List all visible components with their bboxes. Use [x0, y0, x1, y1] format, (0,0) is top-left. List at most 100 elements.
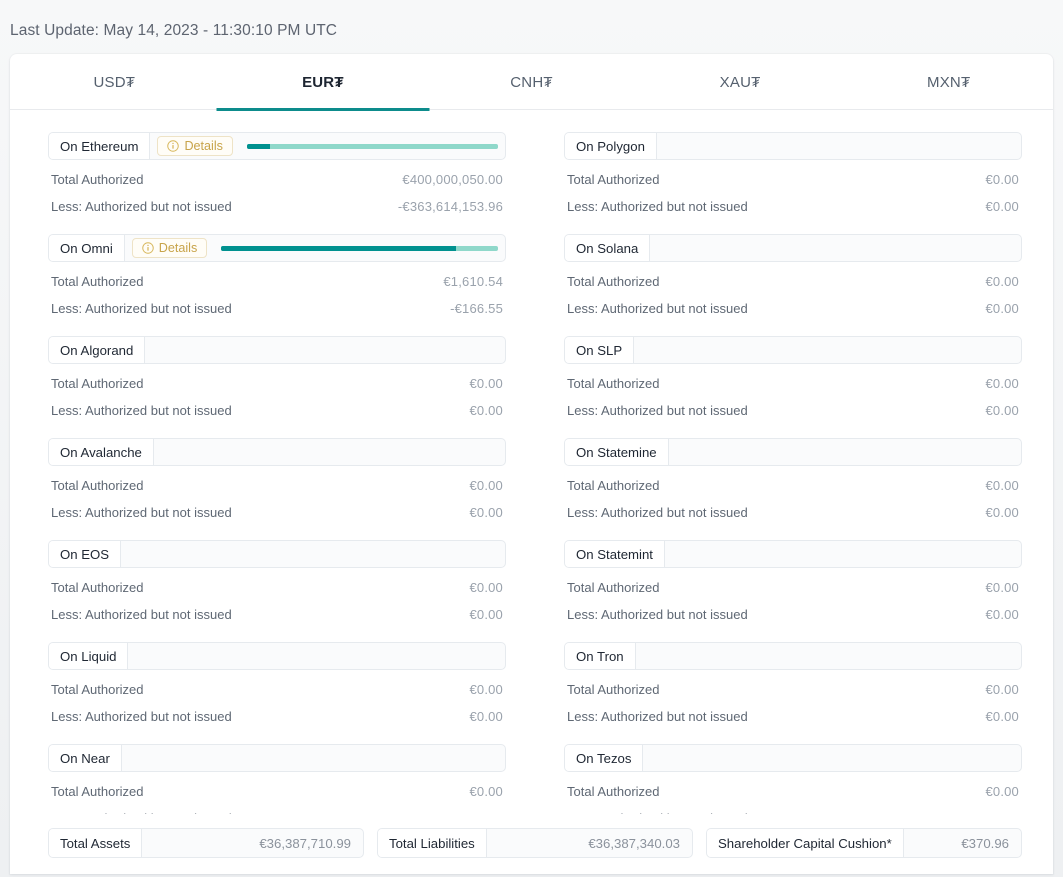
chain-card: On Omni Details Total Authorized €1,610.54 L… [48, 234, 506, 316]
chain-card: On Statemint Total Authorized €0.00 Less: A… [564, 540, 1022, 622]
metric-value: €0.00 [985, 478, 1019, 493]
metric-label: Total Authorized [567, 784, 660, 799]
tab-usd[interactable]: USD₮ [10, 54, 219, 110]
chain-header: On EOS [48, 540, 506, 568]
chain-metric-row: Total Authorized €0.00 [564, 364, 1022, 391]
chain-name-label: On Statemine [565, 439, 669, 465]
issuance-progress-wrap [207, 235, 505, 261]
chain-header-spacer [636, 643, 1021, 669]
metric-value: €0.00 [469, 478, 503, 493]
metric-label: Less: Authorized but not issued [567, 403, 748, 418]
metric-value: €0.00 [985, 607, 1019, 622]
chain-metric-row: Total Authorized €0.00 [48, 568, 506, 595]
chain-metric-row: Total Authorized €0.00 [564, 466, 1022, 493]
metric-value: €0.00 [985, 199, 1019, 214]
chain-metric-row: Total Authorized €0.00 [564, 262, 1022, 289]
chain-metric-row: Total Authorized €0.00 [564, 568, 1022, 595]
chain-name-label: On Near [49, 745, 122, 771]
chain-header: On Tezos [564, 744, 1022, 772]
chain-header-spacer [122, 745, 505, 771]
chain-metric-row: Total Authorized €0.00 [48, 466, 506, 493]
metric-label: Total Authorized [51, 682, 144, 697]
metric-value: -€166.55 [450, 301, 503, 316]
metric-label: Total Authorized [51, 478, 144, 493]
chain-metric-row: Total Authorized €0.00 [564, 160, 1022, 187]
chain-card: On Liquid Total Authorized €0.00 Less: Auth… [48, 642, 506, 724]
chain-card: On Avalanche Total Authorized €0.00 Less: A… [48, 438, 506, 520]
chain-metric-row: Total Authorized €0.00 [48, 670, 506, 697]
metric-label: Less: Authorized but not issued [51, 607, 232, 622]
issuance-progress-fill [246, 143, 270, 149]
chain-header: On Statemine [564, 438, 1022, 466]
chain-metric-row: Total Authorized €0.00 [564, 772, 1022, 799]
metric-label: Total Authorized [51, 172, 144, 187]
total-value: €36,387,340.03 [588, 835, 680, 851]
metric-label: Less: Authorized but not issued [51, 199, 232, 214]
total-box: Shareholder Capital Cushion* €370.96 [706, 828, 1022, 858]
chain-header-spacer [669, 439, 1021, 465]
info-circle-icon [142, 242, 154, 254]
chain-card: On EOS Total Authorized €0.00 Less: Authori… [48, 540, 506, 622]
chain-name-label: On Tron [565, 643, 636, 669]
tab-mxn[interactable]: MXN₮ [844, 54, 1053, 110]
chain-metric-row: Less: Authorized but not issued €0.00 [48, 697, 506, 724]
chain-metric-row: Less: Authorized but not issued -€363,614… [48, 187, 506, 214]
tab-cnh[interactable]: CNH₮ [427, 54, 636, 110]
metric-value: €0.00 [469, 682, 503, 697]
chain-name-label: On Statemint [565, 541, 665, 567]
chain-metric-row: Less: Authorized but not issued €0.00 [564, 493, 1022, 520]
metric-value: €400,000,050.00 [402, 172, 503, 187]
chain-header: On Statemint [564, 540, 1022, 568]
metric-value: €0.00 [985, 376, 1019, 391]
total-label: Total Liabilities [378, 829, 487, 857]
total-box: Total Liabilities €36,387,340.03 [377, 828, 693, 858]
chain-metric-row: Total Authorized €0.00 [564, 670, 1022, 697]
total-label: Shareholder Capital Cushion* [707, 829, 904, 857]
metric-label: Total Authorized [567, 274, 660, 289]
chain-metric-row: Total Authorized €0.00 [48, 772, 506, 799]
metric-label: Total Authorized [51, 274, 144, 289]
metric-label: Total Authorized [51, 376, 144, 391]
chain-header: On Tron [564, 642, 1022, 670]
chain-card: On Ethereum Details Total Authorized €400,0… [48, 132, 506, 214]
details-button[interactable]: Details [131, 238, 208, 258]
chains-grid: On Ethereum Details Total Authorized €400,0… [10, 110, 1053, 846]
totals-row: Total Assets €36,387,710.99 Total Liabilit… [10, 814, 1053, 874]
chain-name-label: On Ethereum [49, 133, 151, 159]
chain-name-label: On Tezos [565, 745, 644, 771]
metric-label: Less: Authorized but not issued [51, 301, 232, 316]
chain-metric-row: Total Authorized €1,610.54 [48, 262, 506, 289]
chain-metric-row: Less: Authorized but not issued €0.00 [564, 289, 1022, 316]
chain-header-spacer [154, 439, 505, 465]
chain-metric-row: Less: Authorized but not issued €0.00 [48, 595, 506, 622]
chain-header-spacer [145, 337, 505, 363]
chain-card: On SLP Total Authorized €0.00 Less: Authori… [564, 336, 1022, 418]
chain-header: On Omni Details [48, 234, 506, 262]
left-column: On Ethereum Details Total Authorized €400,0… [48, 132, 506, 846]
tab-eur[interactable]: EUR₮ [219, 54, 428, 110]
details-button[interactable]: Details [157, 136, 233, 156]
metric-value: €0.00 [469, 580, 503, 595]
chain-metric-row: Less: Authorized but not issued €0.00 [48, 391, 506, 418]
chain-header: On Liquid [48, 642, 506, 670]
metric-value: €0.00 [985, 172, 1019, 187]
metric-label: Less: Authorized but not issued [51, 709, 232, 724]
metric-value: €0.00 [985, 274, 1019, 289]
metric-value: €1,610.54 [443, 274, 503, 289]
metric-label: Less: Authorized but not issued [51, 505, 232, 520]
chain-card: On Polygon Total Authorized €0.00 Less: Aut… [564, 132, 1022, 214]
info-circle-icon [167, 140, 180, 152]
metric-value: €0.00 [985, 301, 1019, 316]
chain-header: On Solana [564, 234, 1022, 262]
total-label: Total Assets [49, 829, 143, 857]
tab-xau[interactable]: XAU₮ [636, 54, 845, 110]
metric-label: Total Authorized [567, 376, 660, 391]
chain-header-spacer [657, 133, 1021, 159]
metric-value: -€363,614,153.96 [397, 199, 503, 214]
chain-card: On Solana Total Authorized €0.00 Less: Auth… [564, 234, 1022, 316]
chain-metric-row: Less: Authorized but not issued €0.00 [564, 697, 1022, 724]
chain-metric-row: Total Authorized €0.00 [48, 364, 506, 391]
currency-tabbar: USD₮ EUR₮ CNH₮ XAU₮ MXN₮ [10, 54, 1053, 110]
total-value: €370.96 [961, 835, 1009, 851]
chain-header: On Avalanche [48, 438, 506, 466]
